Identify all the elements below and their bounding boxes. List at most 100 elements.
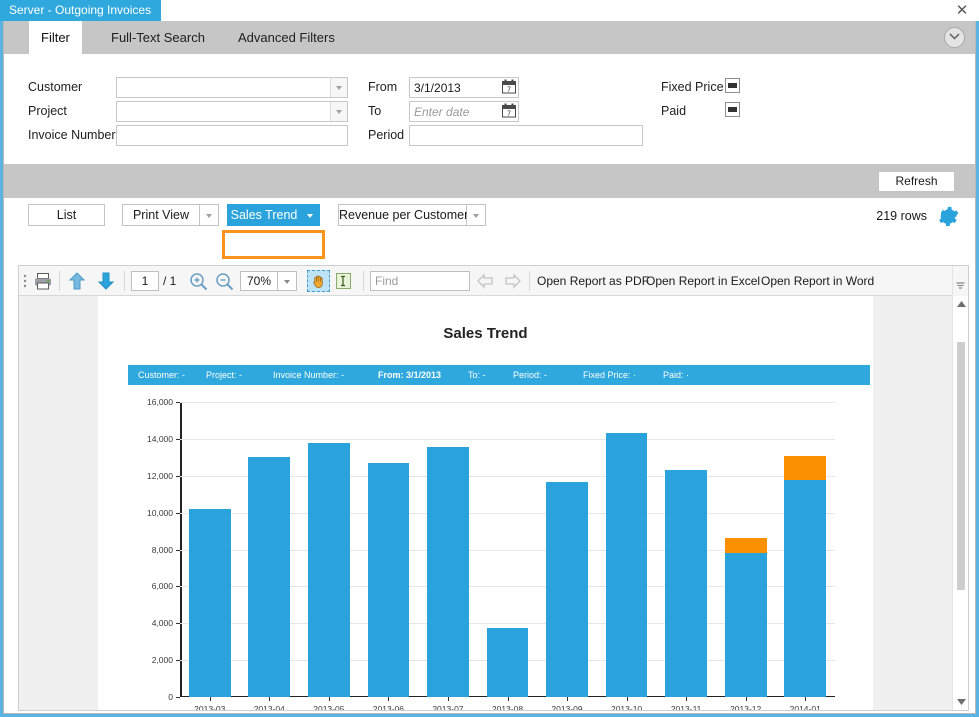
- chart-bar-segment-paid: [248, 457, 291, 697]
- chart-x-tick-mark: [269, 697, 271, 701]
- customer-label: Customer: [28, 80, 83, 94]
- report-title: Sales Trend: [443, 325, 528, 342]
- open-report-word-link[interactable]: Open Report in Word: [761, 270, 874, 292]
- chart-bar-segment-outstanding: [784, 456, 827, 481]
- svg-text:7: 7: [507, 110, 511, 118]
- chart-y-tick-label: 6,000: [151, 581, 173, 592]
- tab-strip: Filter Full-Text Search Advanced Filters: [4, 21, 975, 54]
- to-label: To: [368, 104, 382, 118]
- open-report-excel-link[interactable]: Open Report in Excel: [646, 270, 760, 292]
- scroll-thumb[interactable]: [957, 342, 965, 590]
- find-previous-icon[interactable]: [477, 270, 495, 292]
- invoice-number-label: Invoice Number: [28, 128, 116, 142]
- find-input[interactable]: [370, 271, 470, 291]
- page-number-input[interactable]: 1: [131, 271, 159, 291]
- report-vertical-scrollbar[interactable]: [952, 296, 968, 710]
- report-toolbar: 1 / 1 70% Find Open Report as PDF Open R…: [19, 266, 968, 296]
- from-label: From: [368, 80, 398, 94]
- chart-bar: [784, 402, 827, 697]
- project-input[interactable]: [116, 101, 348, 122]
- chart-x-tick-mark: [626, 697, 628, 701]
- chart-bar-segment-paid: [665, 470, 707, 697]
- filter-summary-item: Fixed Price: ·: [583, 370, 637, 380]
- fixed-price-checkbox[interactable]: [725, 78, 740, 93]
- zoom-out-icon[interactable]: [215, 270, 234, 292]
- chart-bar-segment-paid: [367, 462, 410, 697]
- hand-tool-icon[interactable]: [307, 270, 330, 292]
- print-icon[interactable]: [33, 270, 53, 292]
- chart-x-tick-label: 2013-07: [432, 704, 464, 710]
- gear-icon[interactable]: [938, 206, 959, 227]
- invoice-number-input[interactable]: [116, 125, 348, 146]
- chart-x-tick-mark: [507, 697, 509, 701]
- chart-x-tick-label: 2013-04: [253, 704, 285, 710]
- toolbar-overflow-button[interactable]: [952, 266, 968, 296]
- toolbar-separator-4: [529, 271, 530, 291]
- chart-x-tick-mark: [745, 697, 747, 701]
- find-next-icon[interactable]: [503, 270, 521, 292]
- open-report-pdf-link[interactable]: Open Report as PDF: [537, 270, 649, 292]
- toolbar-separator-3: [363, 271, 364, 291]
- row-count-label: 219 rows: [876, 209, 927, 223]
- revenue-per-customer-button[interactable]: Revenue per Customer: [338, 204, 468, 226]
- view-toolbar: List Print View Sales Trend Revenue per …: [4, 198, 975, 231]
- tab-full-text-search[interactable]: Full-Text Search: [99, 21, 217, 54]
- print-view-button[interactable]: Print View: [122, 204, 200, 226]
- report-viewer: 1 / 1 70% Find Open Report as PDF Open R…: [18, 265, 969, 711]
- to-calendar-icon[interactable]: 7: [502, 103, 518, 120]
- chart-y-tick-mark: [176, 402, 180, 403]
- action-band: Refresh: [4, 164, 975, 198]
- from-calendar-icon[interactable]: 7: [502, 79, 518, 96]
- chart-x-tick-mark: [447, 697, 449, 701]
- customer-dropdown-arrow[interactable]: [330, 78, 347, 97]
- application-window: Server - Outgoing Invoices ✕ Filter Full…: [0, 0, 979, 717]
- chart-y-tick-label: 4,000: [151, 618, 173, 629]
- chart-bar-segment-paid: [188, 508, 231, 697]
- chart-plot-area: 0 2,000 4,000 6,000 8,000 10,000 12,000 14,000 1…: [147, 397, 835, 710]
- tab-advanced-filters[interactable]: Advanced Filters: [226, 21, 347, 54]
- toolbar-separator: [59, 271, 60, 291]
- list-view-button[interactable]: List: [28, 204, 105, 226]
- main-panel: Filter Full-Text Search Advanced Filters…: [0, 21, 979, 717]
- zoom-in-icon[interactable]: [189, 270, 208, 292]
- chart-bar-segment-paid: [724, 553, 767, 697]
- chart-x-tick-mark: [805, 697, 807, 701]
- close-icon[interactable]: ✕: [953, 1, 971, 19]
- chart-x-tick-mark: [686, 697, 688, 701]
- collapse-panel-button[interactable]: [944, 27, 965, 48]
- chart-y-tick-label: 0: [168, 692, 173, 702]
- chart-y-tick-mark: [176, 549, 180, 551]
- chart-y-tick-mark: [176, 475, 180, 477]
- scroll-up-arrow[interactable]: [953, 296, 969, 312]
- next-page-icon[interactable]: [97, 270, 115, 292]
- report-page-area: Sales Trend Customer: - Project: - Invoice…: [19, 296, 952, 710]
- previous-page-icon[interactable]: [68, 270, 86, 292]
- revenue-per-customer-dropdown-arrow[interactable]: [467, 204, 486, 226]
- document-tab[interactable]: Server - Outgoing Invoices: [0, 0, 162, 21]
- chart-y-tick-label: 8,000: [151, 544, 173, 555]
- filter-summary-item: Customer: -: [138, 370, 186, 380]
- chart-x-tick-label: 2013-06: [372, 704, 404, 710]
- sales-trend-dropdown-arrow[interactable]: [301, 204, 320, 226]
- sales-trend-button[interactable]: Sales Trend: [227, 204, 301, 226]
- toolbar-grip[interactable]: [23, 270, 31, 292]
- zoom-dropdown-arrow[interactable]: [278, 271, 297, 291]
- paid-checkbox[interactable]: [725, 102, 740, 117]
- chart-x-tick-mark: [388, 697, 390, 701]
- tab-filter[interactable]: Filter: [29, 21, 82, 54]
- zoom-level-input[interactable]: 70%: [240, 271, 278, 291]
- period-input[interactable]: [409, 125, 643, 146]
- chart-y-tick-label: 12,000: [147, 470, 173, 481]
- chart-bar-segment-paid: [308, 443, 350, 697]
- chart-y-tick-mark: [176, 623, 180, 625]
- main-panel-inner: Filter Full-Text Search Advanced Filters…: [3, 21, 976, 714]
- project-dropdown-arrow[interactable]: [330, 102, 347, 121]
- chart-bar: [308, 402, 350, 697]
- chart-x-tick-label: 2014-01: [789, 704, 821, 710]
- scroll-down-arrow[interactable]: [953, 694, 969, 710]
- refresh-button[interactable]: Refresh: [878, 171, 955, 192]
- text-select-tool-icon[interactable]: [335, 270, 358, 292]
- chart-bar: [367, 402, 410, 697]
- print-view-dropdown-arrow[interactable]: [200, 204, 219, 226]
- customer-input[interactable]: [116, 77, 348, 98]
